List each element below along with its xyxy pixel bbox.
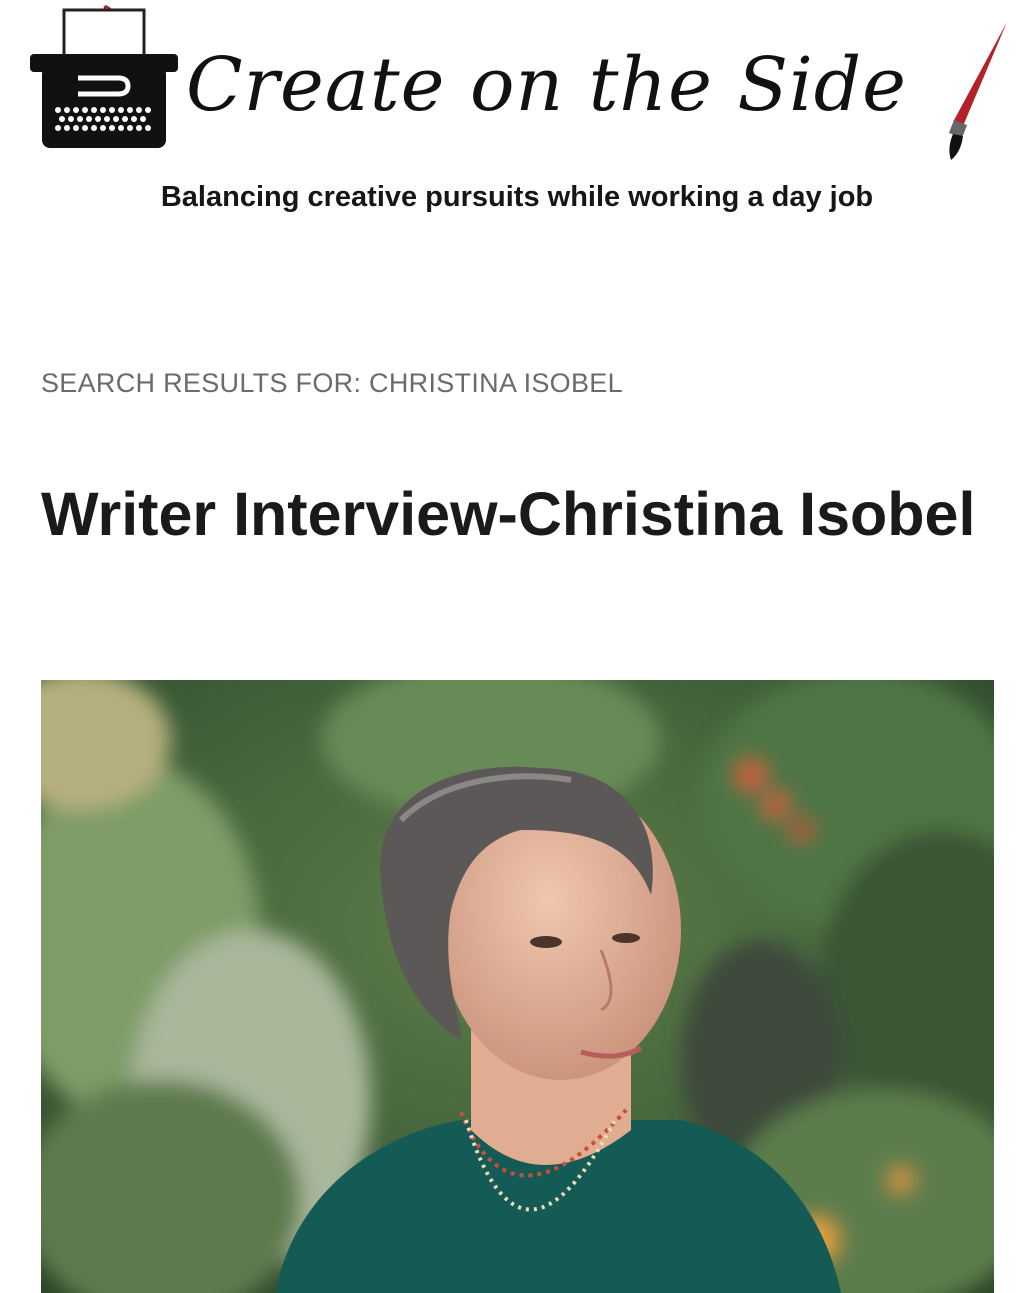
site-title: Create on the Side xyxy=(186,42,907,128)
site-tagline: Balancing creative pursuits while workin… xyxy=(160,181,874,213)
typewriter-icon xyxy=(30,4,178,148)
garden-portrait-image xyxy=(41,680,994,1293)
search-results-heading: SEARCH RESULTS FOR: CHRISTINA ISOBEL xyxy=(41,368,623,398)
site-logo-link[interactable]: Create on the Side xyxy=(28,0,1018,170)
paintbrush-icon xyxy=(948,22,1007,160)
site-header: Create on the Side Balancing creative pu… xyxy=(0,0,1034,240)
author-photo[interactable] xyxy=(41,680,994,1293)
post-title-link[interactable]: Writer Interview-Christina Isobel xyxy=(41,468,991,561)
